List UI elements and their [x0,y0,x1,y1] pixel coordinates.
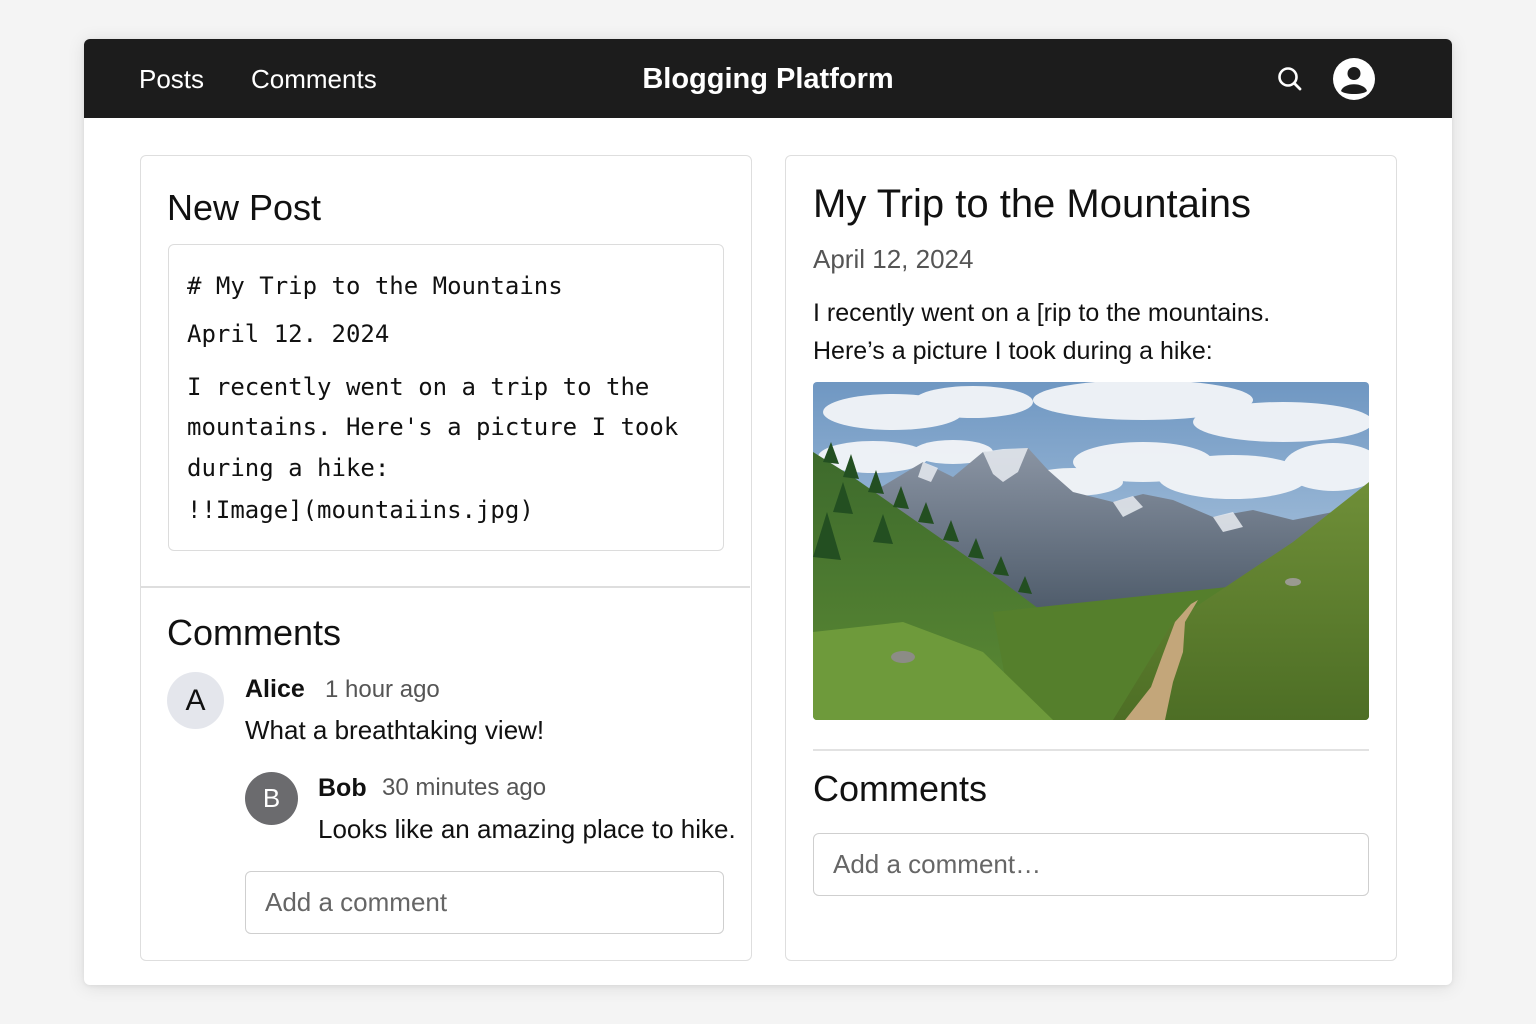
post-date: April 12, 2024 [813,244,974,274]
avatar-initial: A [185,683,206,717]
post-preview-card: My Trip to the Mountains April 12, 2024 … [785,155,1397,961]
post-title: My Trip to the Mountains [813,182,1251,226]
profile-button[interactable] [1332,57,1376,101]
comment-author: Bob [318,774,367,802]
comments-heading: Comments [167,612,342,653]
editor-line: I recently went on a trip to the [187,373,650,401]
comment-author: Alice [245,675,305,703]
new-post-heading: New Post [167,187,322,228]
comments-heading: Comments [813,768,988,809]
comment-timestamp: 30 minutes ago [382,774,547,801]
app-title: Blogging Platform [642,63,894,95]
section-divider [141,586,750,588]
editor-line: mountains. Here's a picture I took [187,413,679,441]
comment-text: What a breathtaking view! [245,715,545,745]
search-button[interactable] [1274,63,1306,95]
section-divider [813,749,1369,751]
editor-line: April 12. 2024 [187,320,390,348]
editor-line: # My Trip to the Mountains [187,272,563,300]
comment-timestamp: 1 hour ago [325,676,440,703]
avatar: A [167,672,224,729]
editor-line: !!Image](mountaiins.jpg) [187,496,534,524]
search-icon [1278,67,1302,91]
app-window: Posts Comments Blogging Platform New Pos… [84,39,1452,985]
post-body-line: Here’s a picture I took during a hike: [813,337,1213,365]
post-body: I recently went on a [rip to the mountai… [813,294,1373,370]
add-comment-input[interactable] [245,871,724,934]
add-comment-input[interactable] [813,833,1369,896]
top-navigation-bar: Posts Comments Blogging Platform [84,39,1452,118]
avatar-initial: B [262,783,281,813]
comment-text: Looks like an amazing place to hike. [318,814,736,844]
post-body-line: I recently went on a [rip to the mountai… [813,299,1271,327]
mountain-valley-photo [813,382,1369,720]
new-post-card: New Post # My Trip to the Mountains Apri… [140,155,752,961]
user-avatar-icon [1333,58,1375,100]
editor-line: during a hike: [187,454,390,482]
avatar: B [245,772,298,825]
markdown-editor[interactable]: # My Trip to the Mountains April 12. 202… [168,244,724,551]
